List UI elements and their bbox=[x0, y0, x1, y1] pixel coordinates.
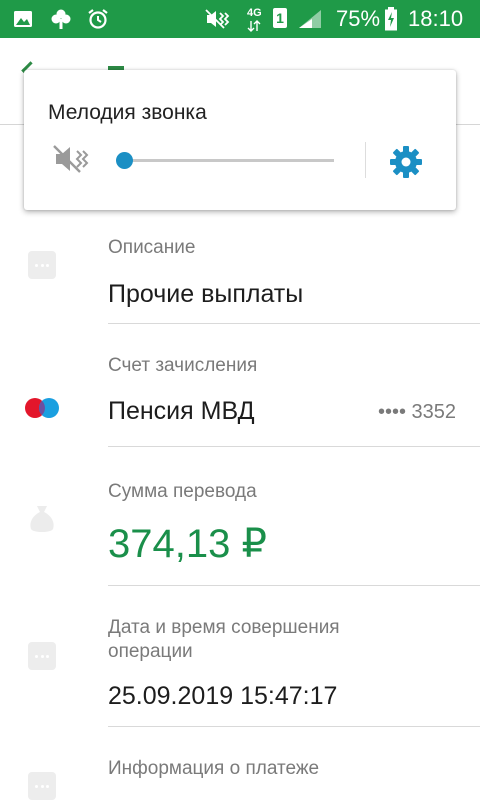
datetime-label-line2: операции bbox=[108, 641, 193, 662]
description-value: Прочие выплаты bbox=[108, 280, 304, 308]
volume-slider[interactable] bbox=[116, 152, 334, 169]
divider bbox=[108, 323, 480, 324]
volume-panel: Мелодия звонка bbox=[24, 70, 456, 210]
volume-title: Мелодия звонка bbox=[48, 101, 207, 124]
account-label: Счет зачисления bbox=[108, 355, 258, 376]
datetime-label-line1: Дата и время совершения bbox=[108, 617, 340, 638]
status-time: 18:10 bbox=[408, 6, 464, 31]
divider bbox=[108, 585, 480, 586]
sim-icon: 1 bbox=[273, 8, 287, 28]
payment-info-icon bbox=[28, 772, 56, 800]
gear-icon[interactable] bbox=[388, 144, 424, 180]
datetime-icon bbox=[28, 642, 56, 670]
signal-icon bbox=[299, 10, 321, 28]
maestro-card-icon bbox=[25, 398, 59, 418]
mute-speaker-icon[interactable] bbox=[50, 142, 94, 176]
card-number-masked: •••• 3352 bbox=[377, 401, 456, 423]
app-icon bbox=[51, 9, 71, 29]
battery-percent: 75% bbox=[336, 6, 381, 31]
description-icon bbox=[28, 251, 56, 279]
battery-charging-icon bbox=[385, 7, 397, 31]
payment-info-label: Информация о платеже bbox=[108, 758, 320, 779]
description-label: Описание bbox=[108, 237, 196, 258]
screen: 4G 1 75% 18:10 Описание Прочие выплаты С… bbox=[0, 0, 480, 800]
alarm-icon bbox=[88, 9, 108, 29]
divider bbox=[108, 726, 480, 727]
amount-value: 374,13 ₽ bbox=[108, 522, 267, 566]
money-bag-icon bbox=[30, 506, 54, 532]
gallery-icon bbox=[14, 11, 32, 27]
amount-label: Сумма перевода bbox=[108, 481, 257, 502]
status-bar: 4G 1 75% 18:10 bbox=[0, 0, 480, 38]
volume-slider-thumb[interactable] bbox=[116, 152, 133, 169]
datetime-value: 25.09.2019 15:47:17 bbox=[108, 682, 338, 710]
account-value: Пенсия МВД bbox=[108, 397, 255, 425]
divider bbox=[365, 142, 366, 178]
divider bbox=[108, 446, 480, 447]
network-4g-icon: 4G bbox=[247, 8, 262, 32]
vibrate-icon bbox=[205, 9, 230, 29]
